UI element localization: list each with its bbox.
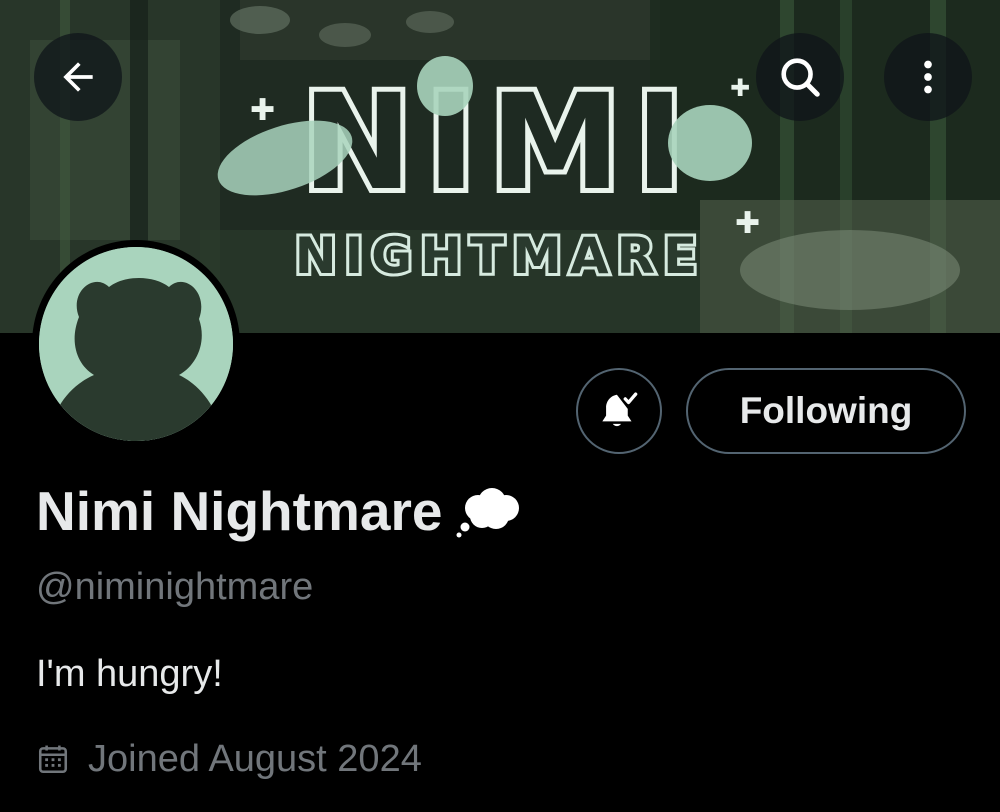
following-button[interactable]: Following bbox=[686, 368, 966, 454]
thought-bubble-icon bbox=[456, 487, 520, 537]
avatar[interactable] bbox=[32, 240, 240, 448]
back-button[interactable] bbox=[34, 33, 122, 121]
more-vertical-icon bbox=[924, 60, 932, 94]
username-handle: @niminightmare bbox=[36, 566, 314, 608]
banner-logo: NIMI NIGHTMARE ✚ ✚ ✚ bbox=[217, 56, 760, 288]
display-name-text: Nimi Nightmare bbox=[36, 480, 443, 542]
logo-subtitle: NIGHTMARE bbox=[295, 227, 706, 285]
bell-subscribed-icon bbox=[602, 392, 638, 427]
svg-text:✚: ✚ bbox=[735, 206, 760, 241]
more-button[interactable] bbox=[884, 33, 972, 121]
svg-text:✚: ✚ bbox=[730, 74, 750, 102]
arrow-left-icon bbox=[63, 62, 93, 92]
search-button[interactable] bbox=[756, 33, 844, 121]
search-icon bbox=[781, 58, 820, 97]
display-name: Nimi Nightmare bbox=[36, 484, 526, 539]
joined-text: Joined August 2024 bbox=[88, 738, 422, 780]
avatar-image bbox=[39, 247, 233, 441]
svg-text:✚: ✚ bbox=[250, 93, 275, 128]
profile-bio: I'm hungry! bbox=[36, 653, 223, 695]
notification-button[interactable] bbox=[576, 368, 662, 454]
calendar-icon bbox=[38, 745, 68, 774]
following-label: Following bbox=[739, 390, 913, 431]
logo-title: NIMI bbox=[302, 66, 698, 220]
joined-date: Joined August 2024 bbox=[36, 740, 422, 778]
